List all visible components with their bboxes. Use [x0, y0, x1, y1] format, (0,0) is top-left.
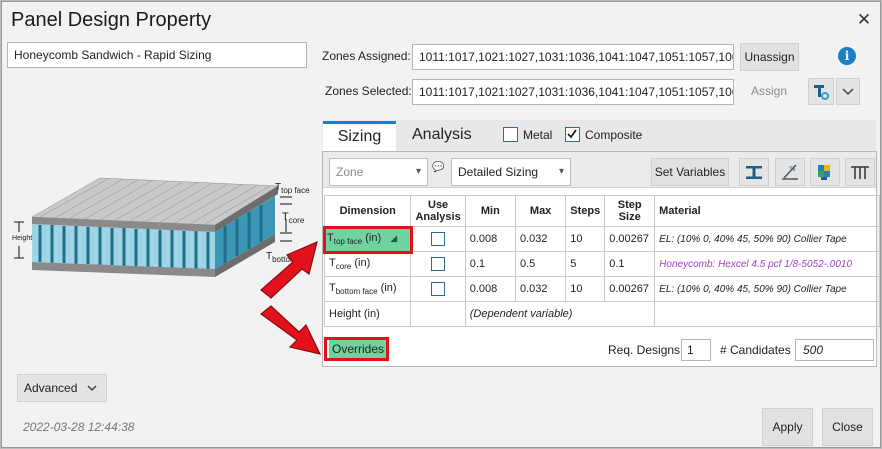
- close-icon[interactable]: ✕: [855, 10, 873, 30]
- steps-cell[interactable]: 5: [565, 251, 606, 277]
- tab-sizing[interactable]: Sizing: [323, 121, 396, 152]
- chevron-down-icon: [842, 88, 854, 96]
- use-analysis-checkbox[interactable]: [431, 232, 446, 246]
- sizing-mode-value: Detailed Sizing: [458, 165, 539, 179]
- max-cell[interactable]: 0.5: [514, 251, 567, 277]
- req-designs-label: Req. Designs: [608, 343, 681, 357]
- paint-tool-button[interactable]: [808, 78, 834, 105]
- paint-bucket-icon: [814, 85, 829, 100]
- zone-select-value: Zone: [336, 165, 364, 179]
- header-min: Min: [464, 195, 516, 227]
- design-name-field[interactable]: Honeycomb Sandwich - Rapid Sizing: [7, 42, 307, 68]
- zones-selected-label: Zones Selected:: [325, 84, 412, 98]
- material-cell[interactable]: EL: (10% 0, 40% 45, 50% 90) Collier Tape: [654, 276, 880, 302]
- info-icon[interactable]: i: [838, 47, 856, 65]
- svg-text:%: %: [789, 165, 796, 173]
- zone-select[interactable]: Zone ▾: [329, 158, 428, 186]
- header-use-analysis: Use Analysis: [410, 195, 466, 227]
- checkmark-icon: [567, 129, 577, 139]
- max-cell[interactable]: 0.032: [514, 276, 567, 302]
- advanced-dropdown[interactable]: Advanced: [17, 374, 107, 402]
- max-cell[interactable]: 0.032: [514, 226, 567, 252]
- set-variables-button[interactable]: Set Variables: [651, 158, 729, 186]
- header-steps: Steps: [565, 195, 606, 227]
- unassign-button[interactable]: Unassign: [740, 43, 799, 71]
- material-cell: [654, 301, 880, 327]
- core-dim-label: Tcore: [282, 211, 305, 226]
- material-cell[interactable]: EL: (10% 0, 40% 45, 50% 90) Collier Tape: [654, 226, 880, 252]
- min-cell[interactable]: 0.008: [464, 276, 516, 302]
- advanced-label: Advanced: [24, 381, 78, 395]
- panel-design-dialog: Panel Design Property ✕ Honeycomb Sandwi…: [1, 1, 881, 448]
- material-cell[interactable]: Honeycomb: Hexcel 4.5 pcf 1/8-5052-.0010: [654, 251, 880, 277]
- dimension-cell-core[interactable]: Tcore (in): [323, 251, 412, 277]
- i-beam-button[interactable]: [739, 158, 769, 186]
- step-size-cell[interactable]: 0.00267: [604, 226, 656, 252]
- use-analysis-checkbox[interactable]: [431, 282, 446, 296]
- sizing-mode-select[interactable]: Detailed Sizing ▾: [451, 158, 571, 186]
- assign-button[interactable]: Assign: [751, 84, 787, 98]
- header-max: Max: [514, 195, 567, 227]
- layup-grid-icon: [818, 165, 830, 180]
- table-row: Tbottom face (in) 0.008 0.032 10 0.00267…: [323, 276, 880, 302]
- table-row: Height (in) (Dependent variable): [323, 301, 880, 327]
- metal-label: Metal: [523, 128, 553, 142]
- dimension-cell-bottom-face[interactable]: Tbottom face (in): [323, 276, 412, 302]
- steps-cell[interactable]: 10: [565, 276, 606, 302]
- apply-button[interactable]: Apply: [762, 408, 813, 446]
- dialog-title: Panel Design Property: [11, 9, 212, 31]
- paint-tool-dropdown[interactable]: [836, 78, 860, 105]
- composite-label: Composite: [585, 128, 643, 142]
- composite-checkbox[interactable]: [565, 127, 580, 142]
- timestamp: 2022-03-28 12:44:38: [23, 420, 135, 434]
- use-analysis-cell[interactable]: [410, 276, 466, 302]
- step-size-cell[interactable]: 0.1: [604, 251, 656, 277]
- header-material: Material: [654, 195, 880, 227]
- close-button[interactable]: Close: [822, 408, 873, 446]
- ply-angle-icon: %: [782, 164, 798, 180]
- zones-assigned-label: Zones Assigned:: [322, 49, 411, 63]
- chevron-down-icon: ▾: [558, 166, 564, 177]
- use-analysis-cell: [410, 301, 466, 327]
- step-size-cell[interactable]: 0.00267: [604, 276, 656, 302]
- header-dimension: Dimension: [323, 195, 412, 227]
- top-face-dim-label: Ttop face: [275, 182, 310, 195]
- sizing-variables-table: Dimension Use Analysis Min Max Steps Step…: [323, 195, 880, 327]
- min-cell[interactable]: 0.1: [464, 251, 516, 277]
- candidates-input[interactable]: 500: [795, 339, 874, 361]
- tab-analysis[interactable]: Analysis: [412, 126, 472, 144]
- steps-cell[interactable]: 10: [565, 226, 606, 252]
- layup-grid-button[interactable]: [810, 158, 840, 186]
- req-designs-input[interactable]: 1: [681, 339, 711, 361]
- height-dim-label: Height: [12, 235, 33, 242]
- table-header-row: Dimension Use Analysis Min Max Steps Step…: [323, 195, 880, 227]
- dependent-variable-cell: (Dependent variable): [464, 301, 656, 327]
- chevron-down-icon: ▾: [415, 166, 421, 177]
- i-beam-icon: [746, 166, 762, 179]
- use-analysis-checkbox[interactable]: [431, 257, 446, 271]
- zones-assigned-field[interactable]: 1011:1017,1021:1027,1031:1036,1041:1047,…: [412, 44, 734, 70]
- stiffener-icon: [851, 166, 869, 179]
- header-step-size: Step Size: [604, 195, 656, 227]
- use-analysis-cell[interactable]: [410, 251, 466, 277]
- chevron-down-icon: [87, 385, 97, 392]
- comment-info-icon[interactable]: 💬: [432, 162, 444, 173]
- metal-checkbox[interactable]: [503, 127, 518, 142]
- stiffener-button[interactable]: [845, 158, 875, 186]
- info-glyph: i: [844, 49, 850, 63]
- ply-angle-button[interactable]: %: [775, 158, 805, 186]
- zones-selected-field[interactable]: 1011:1017,1021:1027,1031:1036,1041:1047,…: [412, 79, 734, 105]
- candidates-label: # Candidates: [720, 343, 791, 357]
- dimension-cell-height[interactable]: Height (in): [323, 301, 412, 327]
- use-analysis-cell[interactable]: [410, 226, 466, 252]
- min-cell[interactable]: 0.008: [464, 226, 516, 252]
- annotation-arrows: [260, 240, 322, 355]
- table-row: Tcore (in) 0.1 0.5 5 0.1 Honeycomb: Hexc…: [323, 251, 880, 277]
